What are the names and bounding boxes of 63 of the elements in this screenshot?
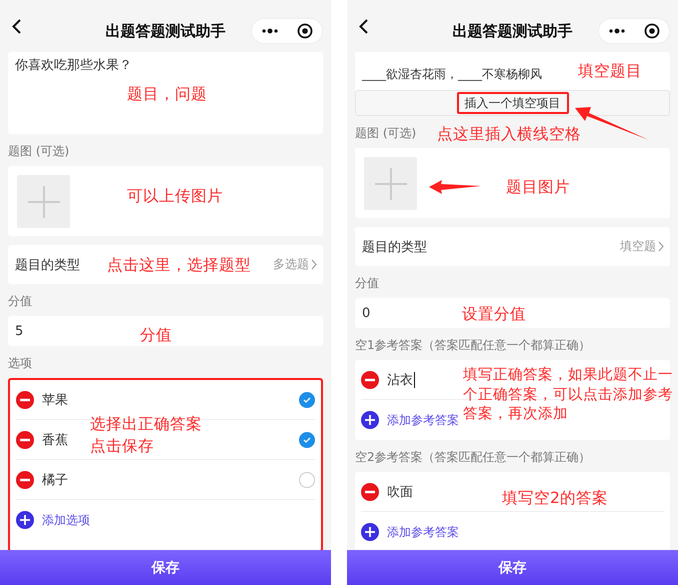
type-label: 题目的类型 <box>15 256 80 274</box>
remove-icon[interactable] <box>16 470 34 488</box>
section-label: 空2参考答案（答案匹配任意一个都算正确） <box>355 450 591 464</box>
section-label: 分值 <box>8 294 32 308</box>
option-text: 橘子 <box>42 472 68 488</box>
chevron-right-icon <box>658 241 664 252</box>
plus-icon <box>374 168 406 200</box>
type-label: 题目的类型 <box>362 238 427 256</box>
page-title: 出题答题测试助手 <box>452 22 572 41</box>
remove-icon[interactable] <box>361 482 379 500</box>
add-icon[interactable] <box>361 411 379 429</box>
target-icon[interactable] <box>644 23 660 39</box>
answer-field[interactable]: 沾衣 <box>387 370 415 388</box>
answer-checkbox[interactable] <box>299 432 315 448</box>
section-label: 分值 <box>355 276 379 290</box>
more-icon[interactable] <box>608 28 624 34</box>
answer-field[interactable]: 吹面 <box>387 482 413 500</box>
add-option-link[interactable]: 添加选项 <box>42 512 90 528</box>
save-button[interactable]: 保存 <box>347 550 678 585</box>
section-label: 题图 (可选) <box>355 126 416 140</box>
annotation-text: 分值 <box>140 325 172 346</box>
save-button[interactable]: 保存 <box>0 550 331 585</box>
back-icon[interactable] <box>359 18 368 34</box>
answer-checkbox[interactable] <box>299 472 315 488</box>
section-label: 空1参考答案（答案匹配任意一个都算正确） <box>355 338 591 352</box>
add-icon[interactable] <box>16 511 34 529</box>
type-selector[interactable]: 题目的类型 填空题 <box>355 227 670 266</box>
back-icon[interactable] <box>12 18 21 34</box>
add-answer-link[interactable]: 添加参考答案 <box>387 412 459 428</box>
annotation-text: 设置分值 <box>462 304 526 325</box>
question-field[interactable]: 你喜欢吃那些水果？ <box>15 58 132 73</box>
chevron-right-icon <box>311 259 317 270</box>
annotation-text: 填写正确答案，如果此题不止一个正确答案，可以点击添加参考答案，再次添加 <box>463 366 674 424</box>
section-label: 题图 (可选) <box>8 144 70 158</box>
page-title: 出题答题测试助手 <box>106 22 226 41</box>
check-icon <box>303 436 311 442</box>
annotation-text: 选择出正确答案 <box>90 414 202 435</box>
more-icon[interactable] <box>262 28 278 34</box>
annotation-text: 点这里插入横线空格 <box>437 124 581 145</box>
insert-blank-button[interactable]: 插入一个填空项目 <box>355 90 670 116</box>
annotation-text: 题目，问题 <box>127 84 207 105</box>
annotation-text: 填空题目 <box>578 61 642 82</box>
type-value: 填空题 <box>620 238 664 255</box>
answer-checkbox[interactable] <box>299 392 315 408</box>
plus-icon <box>28 186 60 218</box>
target-icon[interactable] <box>296 23 312 39</box>
remove-icon[interactable] <box>16 430 34 448</box>
remove-icon[interactable] <box>16 390 34 408</box>
annotation-arrow <box>429 180 481 194</box>
check-icon <box>303 396 311 402</box>
add-icon[interactable] <box>361 523 379 541</box>
remove-icon[interactable] <box>361 370 379 388</box>
section-label: 选项 <box>8 356 32 370</box>
annotation-text: 点击这里，选择题型 <box>107 255 251 276</box>
add-answer-link[interactable]: 添加参考答案 <box>387 524 459 540</box>
annotation-text: 题目图片 <box>506 177 570 198</box>
annotation-text: 点击保存 <box>90 436 154 457</box>
option-text: 香蕉 <box>42 432 68 448</box>
annotation-text: 可以上传图片 <box>127 186 223 207</box>
annotation-text: 填写空2的答案 <box>502 488 608 509</box>
question-field[interactable]: ____欲湿杏花雨，____不寒杨柳风 <box>362 67 542 81</box>
option-text: 苹果 <box>42 392 68 408</box>
type-value: 多选题 <box>273 256 317 273</box>
